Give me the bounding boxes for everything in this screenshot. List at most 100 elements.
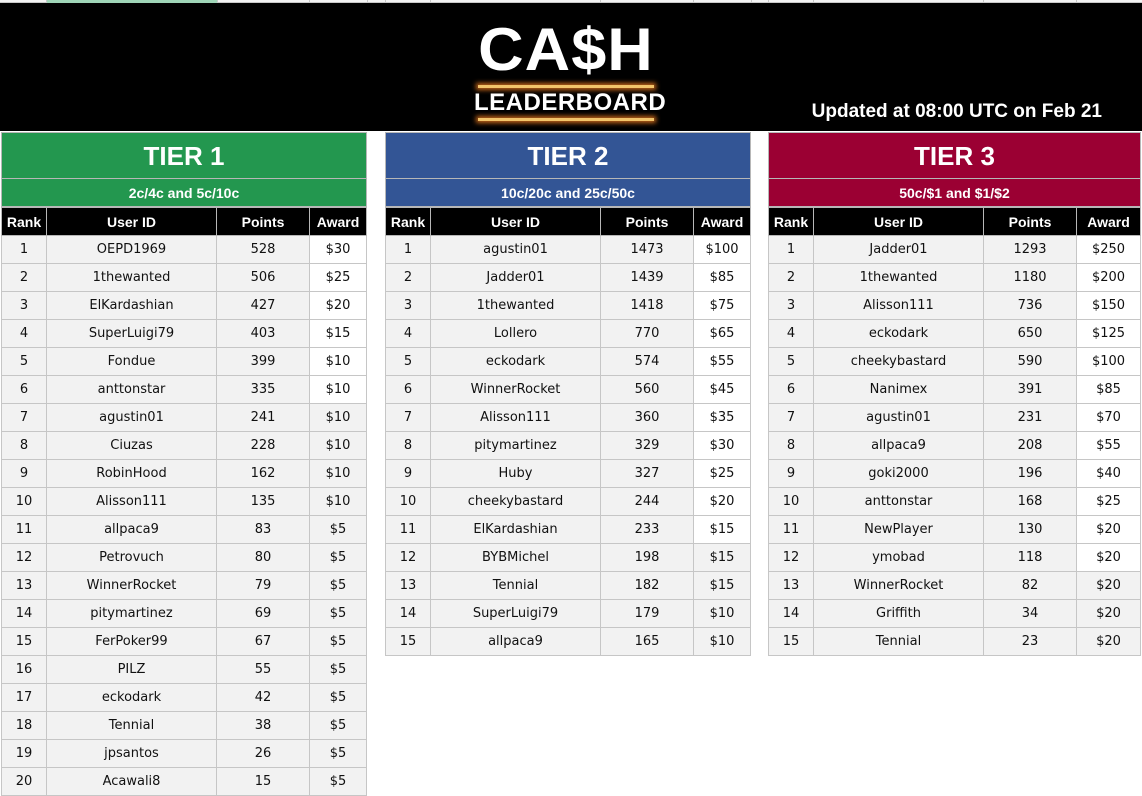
award-cell: $200: [1076, 263, 1141, 292]
points-cell: 590: [983, 347, 1077, 376]
table-row: 13 WinnerRocket 82 $20: [768, 571, 1141, 600]
user-id-cell: Jadder01: [430, 263, 601, 292]
award-cell: $20: [309, 291, 367, 320]
user-id-cell: cheekybastard: [430, 487, 601, 516]
points-cell: 55: [216, 655, 310, 684]
user-id-cell: FerPoker99: [46, 627, 217, 656]
award-cell: $5: [309, 655, 367, 684]
user-id-cell: Tennial: [46, 711, 217, 740]
points-cell: 329: [600, 431, 694, 460]
table-row: 14 Griffith 34 $20: [768, 599, 1141, 628]
user-id-cell: jpsantos: [46, 739, 217, 768]
table-row: 1 Jadder01 1293 $250: [768, 235, 1141, 264]
points-cell: 168: [983, 487, 1077, 516]
points-cell: 399: [216, 347, 310, 376]
column-header-user-id: User ID: [430, 207, 601, 236]
table-row: 12 Petrovuch 80 $5: [1, 543, 367, 572]
user-id-cell: eckodark: [46, 683, 217, 712]
table-row: 10 anttonstar 168 $25: [768, 487, 1141, 516]
user-id-cell: Alisson111: [46, 487, 217, 516]
points-cell: 118: [983, 543, 1077, 572]
user-id-cell: RobinHood: [46, 459, 217, 488]
table-row: 13 Tennial 182 $15: [385, 571, 751, 600]
user-id-cell: allpaca9: [813, 431, 984, 460]
user-id-cell: pitymartinez: [46, 599, 217, 628]
points-cell: 228: [216, 431, 310, 460]
award-cell: $35: [693, 403, 751, 432]
logo-glow-bar-top: [478, 85, 654, 88]
tier-2-panel: TIER 2 10c/20c and 25c/50c Rank User ID …: [385, 132, 751, 656]
table-row: 5 eckodark 574 $55: [385, 347, 751, 376]
award-cell: $10: [309, 403, 367, 432]
user-id-cell: Nanimex: [813, 375, 984, 404]
rank-cell: 2: [385, 263, 431, 292]
award-cell: $250: [1076, 235, 1141, 264]
points-cell: 15: [216, 767, 310, 796]
user-id-cell: Lollero: [430, 319, 601, 348]
rank-cell: 9: [1, 459, 47, 488]
table-header-row: Rank User ID Points Award: [385, 207, 751, 236]
rank-cell: 14: [1, 599, 47, 628]
user-id-cell: anttonstar: [813, 487, 984, 516]
table-row: 8 Ciuzas 228 $10: [1, 431, 367, 460]
table-row: 2 1thewanted 1180 $200: [768, 263, 1141, 292]
points-cell: 241: [216, 403, 310, 432]
rank-cell: 10: [1, 487, 47, 516]
user-id-cell: anttonstar: [46, 375, 217, 404]
points-cell: 1439: [600, 263, 694, 292]
points-cell: 198: [600, 543, 694, 572]
points-cell: 391: [983, 375, 1077, 404]
user-id-cell: Acawali8: [46, 767, 217, 796]
points-cell: 83: [216, 515, 310, 544]
column-header-user-id: User ID: [46, 207, 217, 236]
award-cell: $10: [693, 627, 751, 656]
award-cell: $10: [693, 599, 751, 628]
user-id-cell: PILZ: [46, 655, 217, 684]
award-cell: $20: [693, 487, 751, 516]
user-id-cell: pitymartinez: [430, 431, 601, 460]
award-cell: $10: [309, 487, 367, 516]
column-header-points: Points: [983, 207, 1077, 236]
table-row: 4 eckodark 650 $125: [768, 319, 1141, 348]
user-id-cell: 1thewanted: [46, 263, 217, 292]
award-cell: $75: [693, 291, 751, 320]
table-row: 3 ElKardashian 427 $20: [1, 291, 367, 320]
table-row: 15 Tennial 23 $20: [768, 627, 1141, 656]
rank-cell: 16: [1, 655, 47, 684]
points-cell: 80: [216, 543, 310, 572]
table-row: 14 SuperLuigi79 179 $10: [385, 599, 751, 628]
award-cell: $30: [693, 431, 751, 460]
table-row: 19 jpsantos 26 $5: [1, 739, 367, 768]
rank-cell: 4: [768, 319, 814, 348]
tier-2-table: Rank User ID Points Award 1 agustin01 1473…: [385, 207, 751, 656]
rank-cell: 8: [1, 431, 47, 460]
rank-cell: 11: [1, 515, 47, 544]
points-cell: 79: [216, 571, 310, 600]
rank-cell: 11: [385, 515, 431, 544]
rank-cell: 6: [385, 375, 431, 404]
points-cell: 233: [600, 515, 694, 544]
award-cell: $5: [309, 739, 367, 768]
award-cell: $20: [1076, 515, 1141, 544]
rank-cell: 7: [1, 403, 47, 432]
award-cell: $15: [693, 515, 751, 544]
table-row: 7 agustin01 241 $10: [1, 403, 367, 432]
table-row: 18 Tennial 38 $5: [1, 711, 367, 740]
points-cell: 736: [983, 291, 1077, 320]
rank-cell: 18: [1, 711, 47, 740]
table-row: 12 ymobad 118 $20: [768, 543, 1141, 572]
rank-cell: 15: [385, 627, 431, 656]
rank-cell: 19: [1, 739, 47, 768]
cash-leaderboard-logo: CA$H LEADERBOARD: [474, 17, 666, 125]
table-row: 12 BYBMichel 198 $15: [385, 543, 751, 572]
award-cell: $5: [309, 599, 367, 628]
points-cell: 770: [600, 319, 694, 348]
table-header-row: Rank User ID Points Award: [768, 207, 1141, 236]
user-id-cell: NewPlayer: [813, 515, 984, 544]
points-cell: 360: [600, 403, 694, 432]
points-cell: 135: [216, 487, 310, 516]
rank-cell: 7: [385, 403, 431, 432]
rank-cell: 15: [1, 627, 47, 656]
tier-rows: 1 Jadder01 1293 $250 2 1thewanted 1180 $200 3 Ali…: [768, 235, 1141, 656]
rank-cell: 9: [385, 459, 431, 488]
